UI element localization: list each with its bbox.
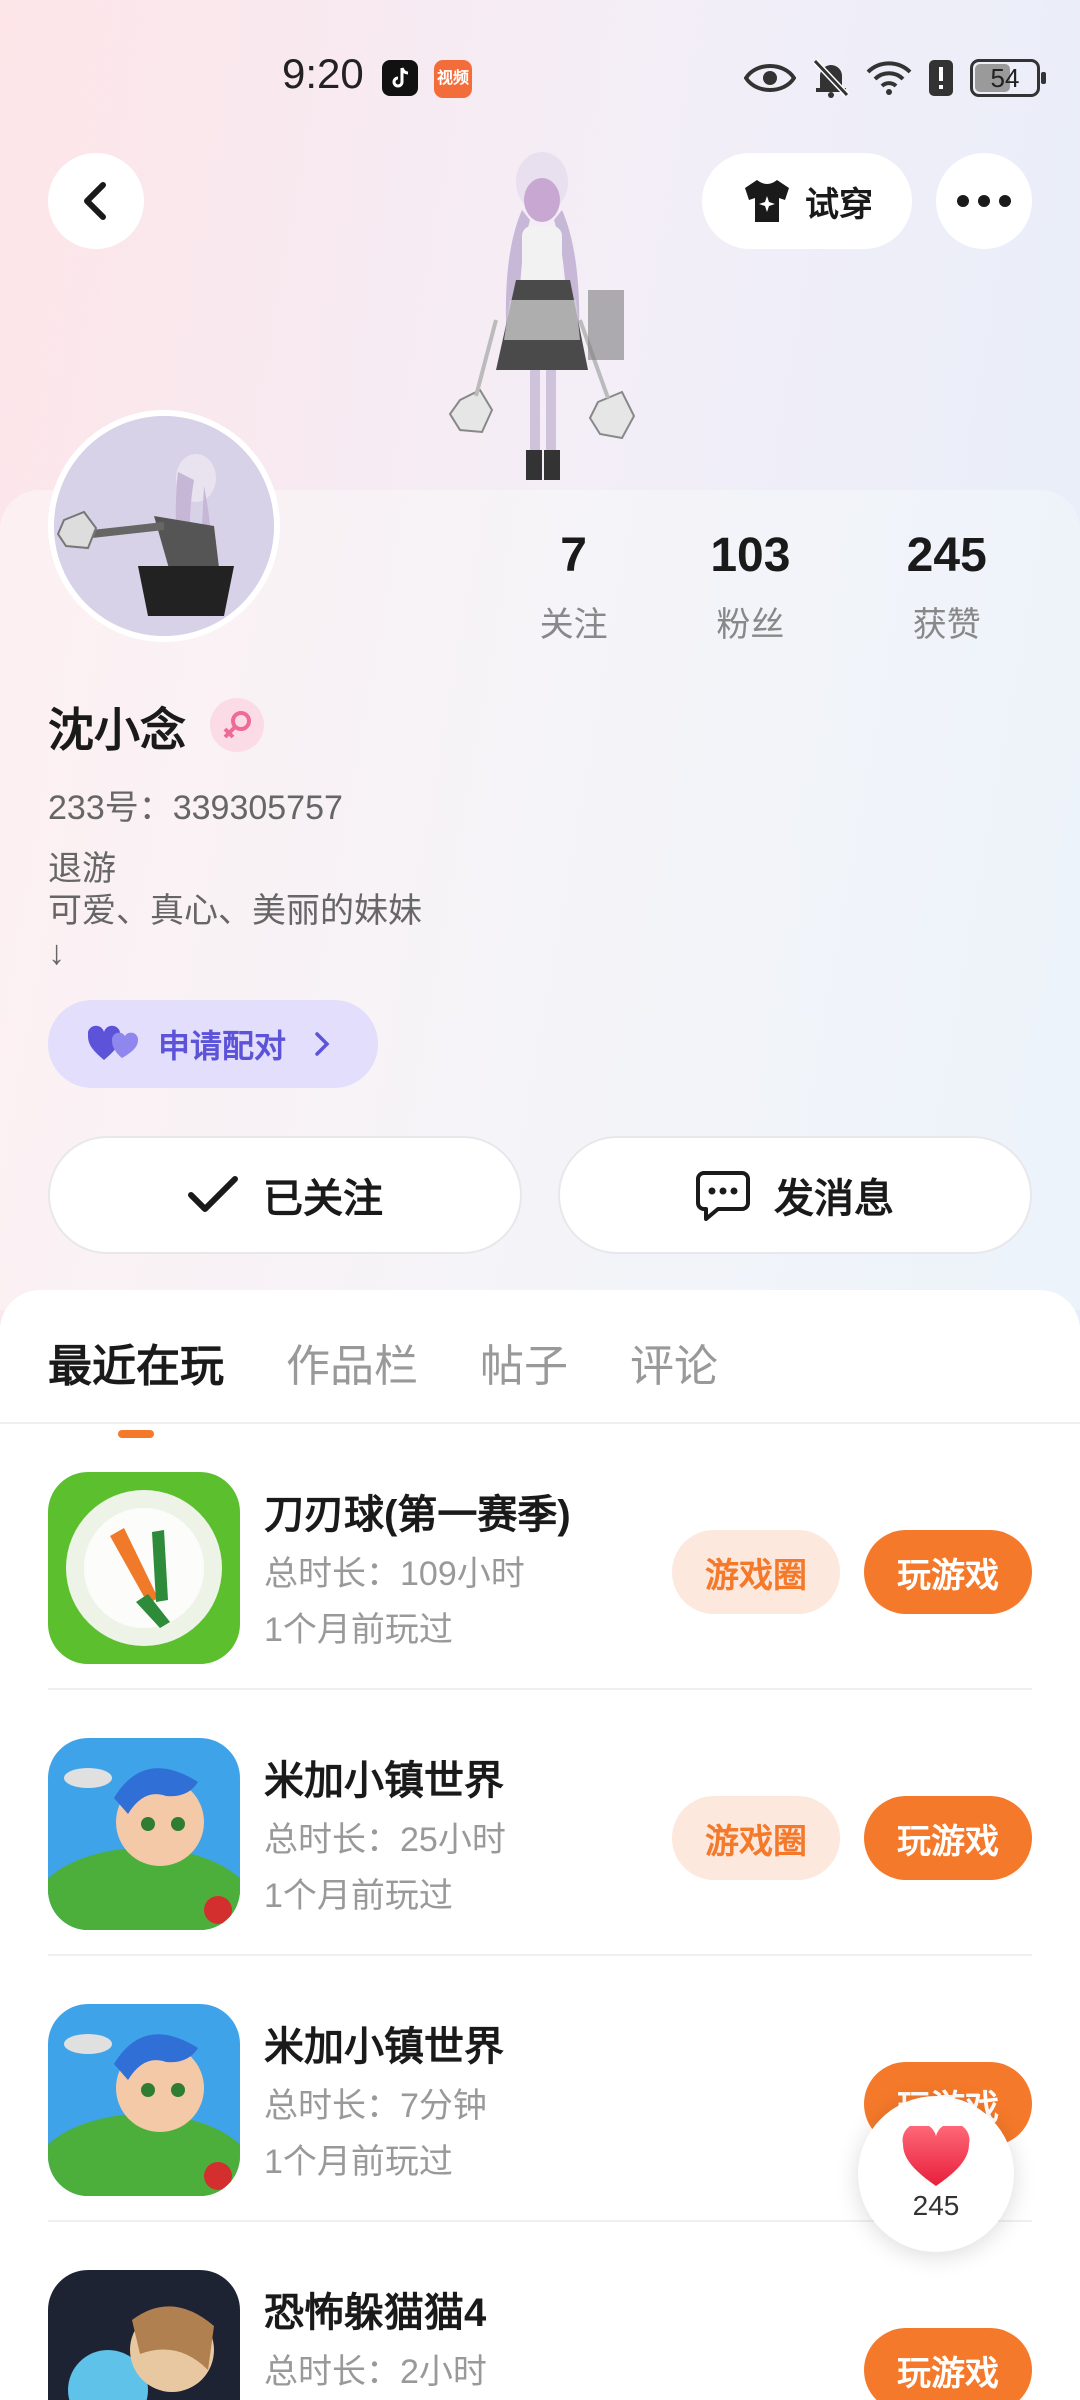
tab-bar: 最近在玩 作品栏 帖子 评论 <box>48 1330 718 1438</box>
video-app-notification-icon: 视频 <box>434 60 472 98</box>
game-duration: 总时长：7分钟 <box>264 2087 487 2125</box>
send-message-button[interactable]: 发消息 <box>558 1136 1032 1254</box>
game-name: 刀刃球(第一赛季) <box>264 1493 571 1537</box>
game-duration: 总时长：2小时 <box>264 2353 487 2391</box>
request-pair-label: 申请配对 <box>158 1028 287 1064</box>
bio-line: 可爱、真心、美丽的妹妹 <box>48 892 422 930</box>
back-arrow-icon <box>84 182 106 220</box>
game-duration: 总时长：25小时 <box>264 1821 506 1859</box>
game-icon <box>48 2270 240 2400</box>
game-last-played: 1个月前玩过 <box>264 1877 453 1915</box>
game-circle-button[interactable]: 游戏圈 <box>672 1796 840 1880</box>
profile-stats: 7 关注 103 粉丝 245 获赞 <box>480 528 1040 646</box>
eye-icon <box>744 64 796 92</box>
request-pair-button[interactable]: 申请配对 <box>48 1000 378 1088</box>
game-name: 米加小镇世界 <box>264 1759 504 1803</box>
game-icon <box>48 1738 240 1930</box>
game-list-item[interactable]: 米加小镇世界 总时长：25小时 1个月前玩过 游戏圈 玩游戏 <box>48 1690 1032 1956</box>
game-icon <box>48 2004 240 2196</box>
stat-likes[interactable]: 245 获赞 <box>853 528 1040 646</box>
tab-comments[interactable]: 评论 <box>630 1330 718 1394</box>
game-duration: 总时长：109小时 <box>264 1555 525 1593</box>
wifi-icon <box>866 61 912 95</box>
stat-value: 103 <box>710 529 791 582</box>
alert-icon <box>929 60 953 96</box>
mute-bell-icon <box>812 58 850 98</box>
checkmark-icon <box>188 1176 238 1212</box>
game-last-played: 1个月前玩过 <box>264 2143 453 2181</box>
game-icon <box>48 1472 240 1664</box>
heart-icon <box>902 2126 970 2186</box>
send-message-label: 发消息 <box>774 1177 894 1221</box>
tab-posts[interactable]: 帖子 <box>480 1330 568 1394</box>
stat-value: 7 <box>560 529 587 582</box>
bio-line: 退游 <box>48 850 116 888</box>
avatar-figure-image <box>448 152 636 480</box>
try-on-button[interactable]: 试穿 <box>702 153 912 249</box>
like-count: 245 <box>912 2190 960 2221</box>
followed-label: 已关注 <box>263 1177 383 1221</box>
more-dots-icon <box>957 195 1011 207</box>
try-on-label: 试穿 <box>805 185 873 224</box>
play-game-button[interactable]: 玩游戏 <box>864 1530 1032 1614</box>
profile-name: 沈小念 <box>48 704 186 756</box>
avatar[interactable] <box>48 410 280 642</box>
play-game-button[interactable]: 玩游戏 <box>864 2328 1032 2400</box>
game-name: 恐怖躲猫猫4 <box>264 2291 487 2335</box>
tab-recently-played[interactable]: 最近在玩 <box>48 1330 224 1438</box>
stat-followers[interactable]: 103 粉丝 <box>647 528 853 646</box>
tiktok-notification-icon <box>382 60 418 96</box>
game-last-played: 1个月前玩过 <box>264 1611 453 1649</box>
tab-works[interactable]: 作品栏 <box>286 1330 418 1394</box>
game-name: 米加小镇世界 <box>264 2025 504 2069</box>
bio-line: ↓ <box>48 934 65 972</box>
double-heart-icon <box>88 1025 139 1060</box>
stat-following[interactable]: 7 关注 <box>500 528 647 646</box>
play-game-button[interactable]: 玩游戏 <box>864 1796 1032 1880</box>
profile-bio: 退游 可爱、真心、美丽的妹妹 ↓ <box>48 848 422 974</box>
battery-indicator: 54 <box>970 59 1046 97</box>
followed-button[interactable]: 已关注 <box>48 1136 522 1254</box>
game-list-item[interactable]: 恐怖躲猫猫4 总时长：2小时 玩游戏 <box>48 2222 1032 2400</box>
user-id: 233号：339305757 <box>48 789 343 827</box>
female-gender-icon <box>210 698 264 752</box>
game-list-item[interactable]: 刀刃球(第一赛季) 总时长：109小时 1个月前玩过 游戏圈 玩游戏 <box>48 1424 1032 1690</box>
stat-label: 粉丝 <box>716 606 785 644</box>
more-options-button[interactable] <box>936 153 1032 249</box>
avatar-image <box>54 416 274 636</box>
like-floating-button[interactable]: 245 <box>858 2096 1014 2252</box>
status-bar: 9:20 视频 54 <box>0 0 1080 150</box>
chat-bubble-icon <box>696 1171 750 1221</box>
stat-value: 245 <box>906 529 987 582</box>
status-time: 9:20 <box>282 50 364 97</box>
game-circle-button[interactable]: 游戏圈 <box>672 1530 840 1614</box>
chevron-right-icon <box>315 1032 330 1056</box>
back-button[interactable] <box>48 153 144 249</box>
tshirt-icon <box>745 180 789 222</box>
stat-label: 关注 <box>539 606 608 644</box>
stat-label: 获赞 <box>912 606 981 644</box>
